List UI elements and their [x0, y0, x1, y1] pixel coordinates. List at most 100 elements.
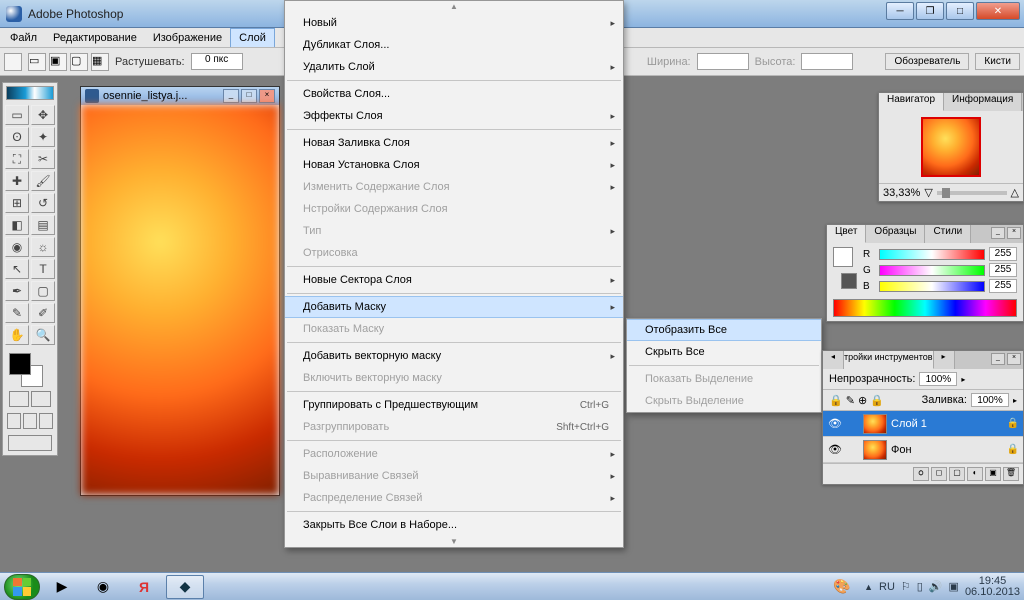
- colour-slider[interactable]: [879, 281, 985, 292]
- doc-max[interactable]: □: [241, 89, 257, 103]
- tray-vol-icon[interactable]: 🔊: [929, 580, 943, 593]
- menu-item[interactable]: Добавить векторную маску: [285, 345, 623, 367]
- colour-bg[interactable]: [841, 273, 857, 289]
- menu-scroll-down[interactable]: ▼: [285, 536, 623, 547]
- tool-lasso[interactable]: ʘ: [5, 127, 29, 147]
- tab-tool-opts[interactable]: тройки инструментов: [844, 351, 934, 369]
- taskbar-paint[interactable]: 🎨: [823, 575, 861, 599]
- tray-net-icon[interactable]: ▯: [917, 580, 923, 593]
- taskbar-media[interactable]: ▶: [43, 575, 81, 599]
- height-field[interactable]: [801, 53, 853, 70]
- colour-value[interactable]: 255: [989, 279, 1017, 293]
- tool-crop[interactable]: ⛶: [5, 149, 29, 169]
- tab-colour[interactable]: Цвет: [827, 225, 866, 243]
- tool-gradient[interactable]: ▤: [31, 215, 55, 235]
- colour-value[interactable]: 255: [989, 263, 1017, 277]
- tray-app-icon[interactable]: ▣: [949, 580, 959, 593]
- opt-btn-1[interactable]: [4, 53, 22, 71]
- tool-blur[interactable]: ◉: [5, 237, 29, 257]
- colour-spectrum[interactable]: [833, 299, 1017, 317]
- colour-slider[interactable]: [879, 249, 985, 260]
- menu-item[interactable]: Закрыть Все Слои в Наборе...: [285, 514, 623, 536]
- colour-value[interactable]: 255: [989, 247, 1017, 261]
- zoom-out-icon[interactable]: ▽: [924, 186, 932, 199]
- tab-next[interactable]: ▸: [934, 351, 955, 369]
- tool-hand[interactable]: ✋: [5, 325, 29, 345]
- visibility-icon[interactable]: 👁: [827, 442, 843, 458]
- opt-sel-sub[interactable]: ▢: [70, 53, 88, 71]
- minimize-button[interactable]: ─: [886, 2, 914, 20]
- fill-field[interactable]: [971, 393, 1009, 407]
- screen-mode-1[interactable]: [7, 413, 21, 429]
- menu-file[interactable]: Файл: [2, 28, 45, 47]
- document-titlebar[interactable]: osennie_listya.j... _ □ ×: [81, 87, 279, 105]
- opt-sel-add[interactable]: ▣: [49, 53, 67, 71]
- taskbar-photoshop[interactable]: ◆: [166, 575, 204, 599]
- jump-to-ir[interactable]: [8, 435, 52, 451]
- menu-layer[interactable]: Слой: [230, 28, 275, 47]
- tool-dodge[interactable]: ☼: [31, 237, 55, 257]
- layer-mask-btn[interactable]: ◻: [931, 467, 947, 481]
- width-field[interactable]: [697, 53, 749, 70]
- maximize-button[interactable]: □: [946, 2, 974, 20]
- tool-shape[interactable]: ▢: [31, 281, 55, 301]
- layer-new-btn[interactable]: ▣: [985, 467, 1001, 481]
- submenu-item[interactable]: Скрыть Все: [627, 341, 821, 363]
- layer-row[interactable]: 👁Слой 1🔒: [823, 411, 1023, 437]
- mode-quickmask[interactable]: [31, 391, 51, 407]
- tool-notes[interactable]: ✎: [5, 303, 29, 323]
- layer-thumb[interactable]: [863, 414, 887, 434]
- tool-history[interactable]: ↺: [31, 193, 55, 213]
- tool-move[interactable]: ✥: [31, 105, 55, 125]
- tab-styles[interactable]: Стили: [925, 225, 971, 243]
- tool-slice[interactable]: ✂: [31, 149, 55, 169]
- tray-lang[interactable]: RU: [879, 581, 895, 593]
- tray-flag-icon[interactable]: ⚐: [901, 580, 911, 593]
- opt-sel-int[interactable]: ▦: [91, 53, 109, 71]
- layer-row[interactable]: 👁Фон🔒: [823, 437, 1023, 463]
- restore-button[interactable]: ❐: [916, 2, 944, 20]
- doc-close[interactable]: ×: [259, 89, 275, 103]
- tray-clock[interactable]: 19:45 06.10.2013: [965, 576, 1020, 598]
- taskbar-yandex[interactable]: Я: [125, 575, 163, 599]
- menu-item[interactable]: Новые Сектора Слоя: [285, 269, 623, 291]
- tab-navigator[interactable]: Навигатор: [879, 93, 944, 111]
- tool-zoom[interactable]: 🔍: [31, 325, 55, 345]
- colour-slider[interactable]: [879, 265, 985, 276]
- menu-item[interactable]: Новая Заливка Слоя: [285, 132, 623, 154]
- tool-path[interactable]: ↖: [5, 259, 29, 279]
- menu-item[interactable]: Удалить Слой: [285, 56, 623, 78]
- panel-min2[interactable]: _: [991, 353, 1005, 365]
- fg-swatch[interactable]: [9, 353, 31, 375]
- panel-close[interactable]: ×: [1007, 227, 1021, 239]
- tool-heal[interactable]: ✚: [5, 171, 29, 191]
- menu-item[interactable]: Дубликат Слоя...: [285, 34, 623, 56]
- doc-min[interactable]: _: [223, 89, 239, 103]
- menu-edit[interactable]: Редактирование: [45, 28, 145, 47]
- colour-fg[interactable]: [833, 247, 853, 267]
- close-button[interactable]: ✕: [976, 2, 1020, 20]
- tool-pen[interactable]: ✒: [5, 281, 29, 301]
- tool-marquee[interactable]: ▭: [5, 105, 29, 125]
- panel-close2[interactable]: ×: [1007, 353, 1021, 365]
- visibility-icon[interactable]: 👁: [827, 416, 843, 432]
- tray-more-icon[interactable]: ▲: [864, 582, 873, 592]
- zoom-slider[interactable]: [937, 191, 1007, 195]
- canvas[interactable]: [81, 105, 279, 495]
- tool-type[interactable]: T: [31, 259, 55, 279]
- panel-min[interactable]: _: [991, 227, 1005, 239]
- menu-item[interactable]: Новая Установка Слоя: [285, 154, 623, 176]
- taskbar-chrome[interactable]: ◉: [84, 575, 122, 599]
- tool-eraser[interactable]: ◧: [5, 215, 29, 235]
- submenu-item[interactable]: Отобразить Все: [627, 319, 821, 341]
- lock-icons[interactable]: 🔒 ✎ ⊕ 🔒: [829, 394, 884, 407]
- menu-image[interactable]: Изображение: [145, 28, 230, 47]
- menu-item[interactable]: Добавить Маску: [285, 296, 623, 318]
- start-button[interactable]: [4, 574, 40, 600]
- tool-wand[interactable]: ✦: [31, 127, 55, 147]
- opt-sel-rect[interactable]: ▭: [28, 53, 46, 71]
- opacity-field[interactable]: [919, 372, 957, 386]
- zoom-in-icon[interactable]: △: [1011, 186, 1019, 199]
- layer-adj-btn[interactable]: ◐: [967, 467, 983, 481]
- system-tray[interactable]: ▲ RU ⚐ ▯ 🔊 ▣ 19:45 06.10.2013: [864, 576, 1020, 598]
